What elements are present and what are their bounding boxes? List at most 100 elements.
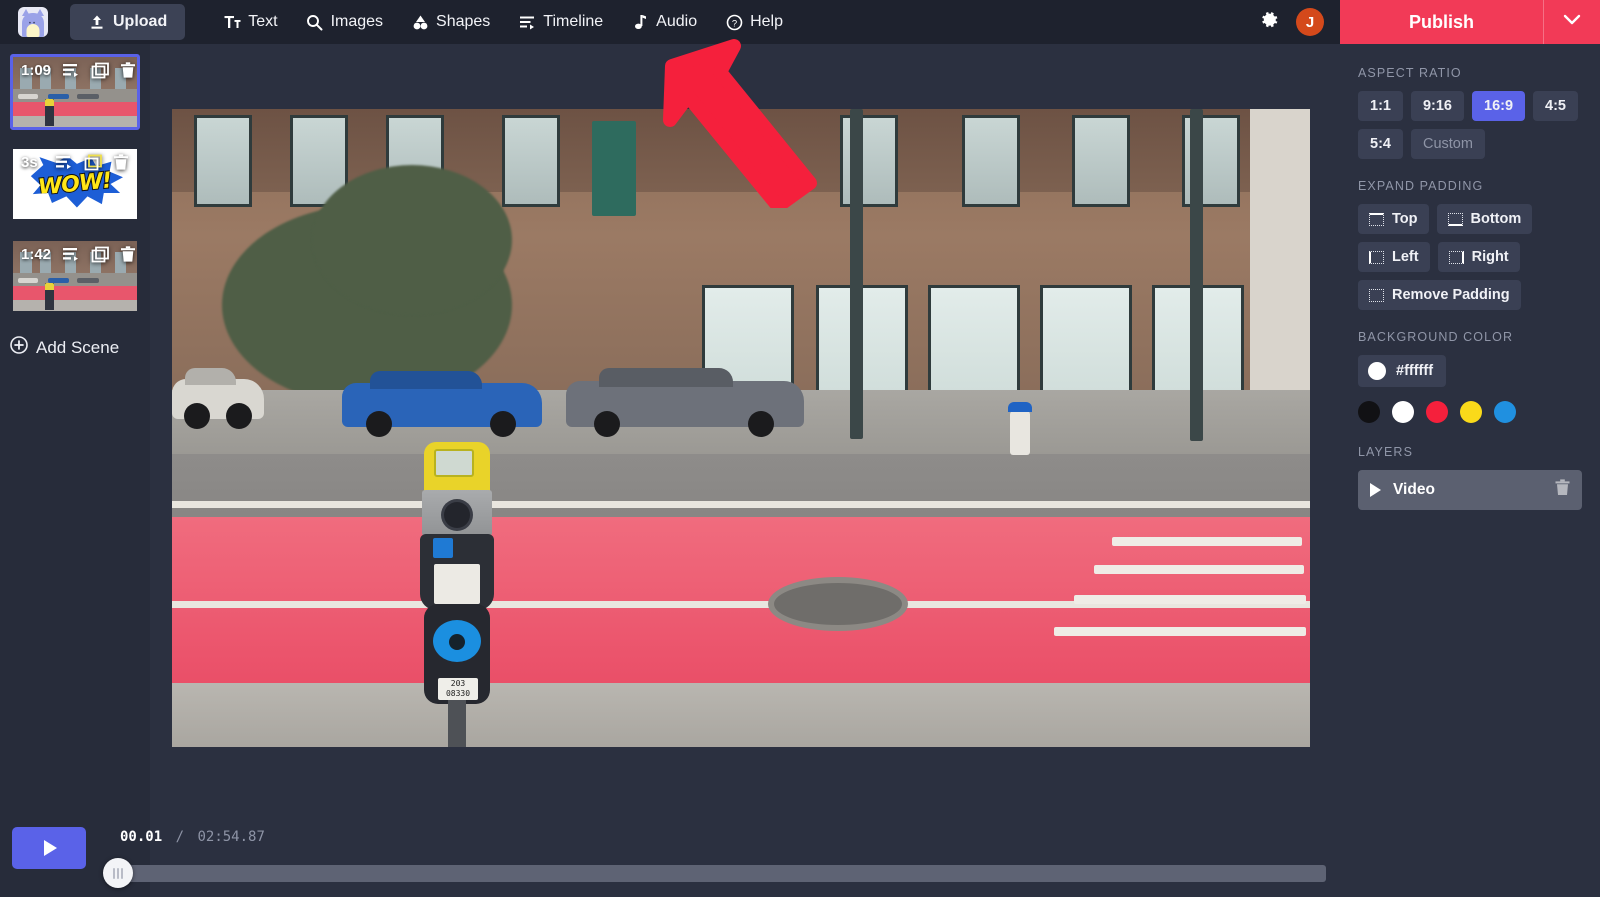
scene-overlay-text-2: WOW! (36, 167, 113, 202)
padding-left-label: Left (1392, 249, 1419, 265)
background-color-title: Background Color (1358, 330, 1514, 344)
color-swatch-white[interactable] (1392, 401, 1414, 423)
upload-icon (88, 13, 106, 31)
scene-thumbnail-2[interactable]: WOW! 3s (10, 146, 140, 222)
time-separator: / (175, 829, 185, 845)
nav-item-audio[interactable]: Audio (617, 5, 711, 39)
layers-title: Layers (1358, 445, 1414, 459)
canvas-crosswalk-stripe (1054, 627, 1306, 636)
aspect-ratio-1-1[interactable]: 1:1 (1358, 91, 1403, 121)
canvas-sidewalk-near (172, 683, 1310, 747)
chevron-down-icon (1562, 13, 1582, 31)
add-scene-button[interactable]: Add Scene (0, 330, 150, 359)
search-icon (306, 13, 324, 31)
nav-label-text: Text (248, 13, 278, 30)
nav-label-shapes: Shapes (436, 13, 491, 30)
upload-button[interactable]: Upload (70, 4, 186, 40)
trash-icon[interactable] (1555, 479, 1570, 501)
publish-bar: Publish (1340, 0, 1600, 44)
meter-plate-line-2: 08330 (445, 689, 471, 698)
scene-settings-icon[interactable] (63, 247, 81, 262)
padding-right-label: Right (1471, 249, 1509, 265)
color-swatch-yellow[interactable] (1460, 401, 1482, 423)
scene-duration-2: 3s (21, 154, 38, 171)
meter-plate-line-1: 203 (450, 679, 466, 688)
nav-label-help: Help (750, 13, 783, 30)
background-color-value: #ffffff (1396, 363, 1434, 379)
duplicate-icon[interactable] (84, 154, 103, 171)
scene-overlay-1: 1:09 (13, 57, 137, 79)
layer-name: Video (1393, 481, 1435, 498)
nav-item-shapes[interactable]: Shapes (397, 5, 504, 39)
padding-top-button[interactable]: Top (1358, 204, 1429, 234)
delete-icon[interactable] (113, 154, 129, 171)
scene-duration-3: 1:42 (21, 246, 52, 263)
canvas-sign (592, 121, 636, 216)
timeline-scrubber-track[interactable] (108, 865, 1326, 882)
scene-overlay-3: 1:42 (13, 241, 137, 263)
canvas-manhole (768, 577, 908, 631)
duplicate-icon[interactable] (91, 246, 110, 263)
padding-right-icon (1448, 250, 1464, 264)
nav-item-help[interactable]: ? Help (711, 5, 797, 39)
layer-item-video[interactable]: Video (1358, 470, 1582, 510)
canvas-stage: 203 08330 (150, 44, 1340, 897)
canvas-light-pole (1190, 109, 1203, 441)
canvas-window (194, 115, 252, 207)
aspect-ratio-4-5[interactable]: 4:5 (1533, 91, 1578, 121)
nav-label-audio: Audio (656, 13, 698, 30)
delete-icon[interactable] (120, 246, 136, 263)
canvas-crosswalk-stripe (1112, 537, 1302, 546)
background-color-picker[interactable]: #ffffff (1358, 355, 1447, 387)
color-swatch-black[interactable] (1358, 401, 1380, 423)
duplicate-icon[interactable] (91, 62, 110, 79)
padding-bottom-button[interactable]: Bottom (1436, 204, 1533, 234)
canvas-right-wall (1250, 109, 1310, 390)
aspect-ratio-9-16[interactable]: 9:16 (1410, 91, 1464, 121)
toolbar-right-group: J (1258, 0, 1340, 44)
publish-dropdown-button[interactable] (1544, 0, 1600, 44)
text-icon (223, 13, 241, 31)
player-controls: 00.01 / 02:54.87 (0, 817, 1340, 897)
current-time: 00.01 (120, 829, 163, 845)
nav-item-text[interactable]: Text (209, 5, 291, 39)
nav-item-timeline[interactable]: Timeline (504, 5, 617, 39)
padding-left-button[interactable]: Left (1358, 242, 1430, 272)
nav-label-timeline: Timeline (543, 13, 604, 30)
aspect-ratio-16-9[interactable]: 16:9 (1472, 91, 1526, 121)
canvas-car (566, 381, 804, 437)
color-swatch-red[interactable] (1426, 401, 1448, 423)
background-color-swatches (1358, 401, 1582, 423)
scene-thumbnail-1[interactable]: 1:09 (10, 54, 140, 130)
timeline-playhead-handle[interactable] (103, 858, 133, 888)
canvas-fire-hydrant (1008, 402, 1032, 455)
color-swatch-blue[interactable] (1494, 401, 1516, 423)
logo-belly (26, 24, 40, 37)
padding-right-button[interactable]: Right (1437, 242, 1520, 272)
aspect-ratio-custom[interactable]: Custom (1410, 129, 1485, 159)
music-note-icon (631, 13, 649, 31)
delete-icon[interactable] (120, 62, 136, 79)
scene-rail: 1:09 WOW! 3s 1:42 Add Scene (0, 44, 150, 897)
aspect-ratio-title: Aspect Ratio (1358, 66, 1462, 80)
gear-icon[interactable] (1258, 9, 1280, 36)
scene-thumbnail-3[interactable]: 1:42 (10, 238, 140, 314)
time-readout: 00.01 / 02:54.87 (120, 829, 265, 845)
remove-padding-button[interactable]: Remove Padding (1358, 280, 1521, 310)
play-triangle-icon[interactable] (1370, 483, 1381, 497)
padding-bottom-label: Bottom (1470, 211, 1522, 227)
cat-logo-icon[interactable]: •• (18, 7, 48, 37)
publish-button[interactable]: Publish (1340, 0, 1543, 44)
scene-settings-icon[interactable] (63, 63, 81, 78)
nav-item-images[interactable]: Images (292, 5, 397, 39)
play-button[interactable] (12, 827, 86, 869)
scene-settings-icon[interactable] (56, 155, 74, 170)
aspect-ratio-5-4[interactable]: 5:4 (1358, 129, 1403, 159)
video-canvas[interactable]: 203 08330 (172, 109, 1310, 747)
canvas-tree (312, 165, 512, 315)
remove-padding-label: Remove Padding (1392, 287, 1510, 303)
avatar[interactable]: J (1296, 8, 1324, 36)
play-icon (44, 840, 57, 856)
shapes-icon (411, 13, 429, 31)
main-nav: Upload Text Images Shapes Timeline Audio… (70, 0, 797, 44)
